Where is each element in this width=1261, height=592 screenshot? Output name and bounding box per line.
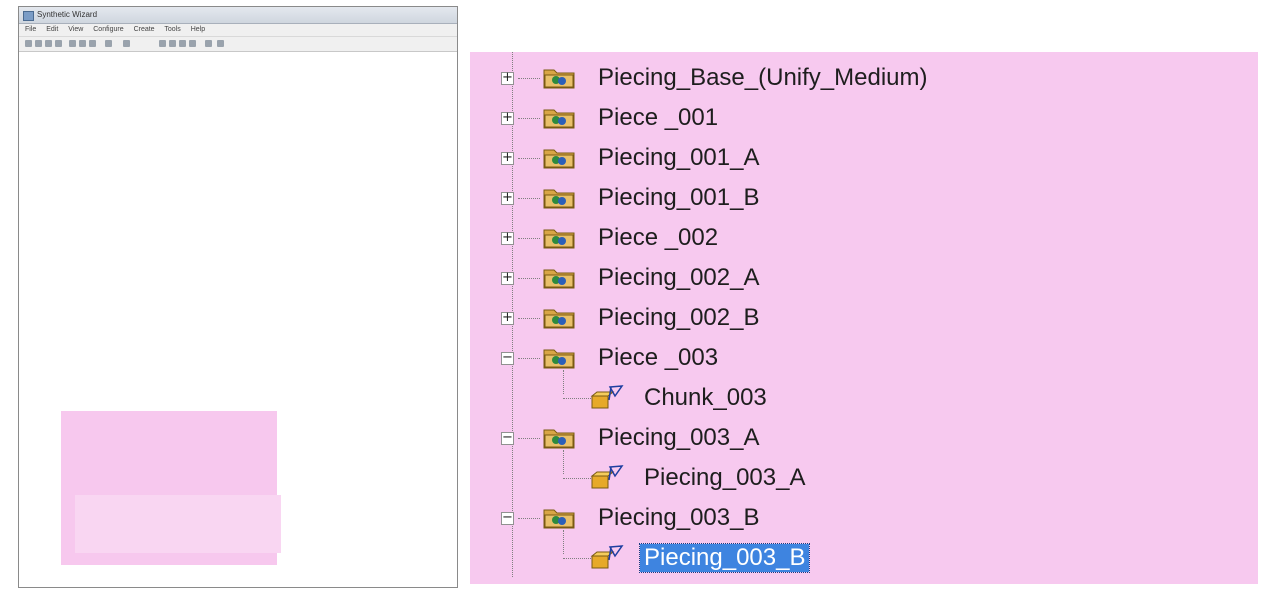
mini-tree (19, 55, 457, 587)
toolbar-button-icon[interactable] (189, 40, 196, 47)
explorer-window: Synthetic Wizard File Edit View Configur… (18, 6, 458, 588)
tree-item-label[interactable]: Piecing_002_A (594, 264, 763, 292)
toolbar-button-icon[interactable] (105, 40, 112, 47)
menu-file[interactable]: File (25, 26, 36, 33)
folder-icon (543, 149, 575, 169)
app-icon (23, 11, 34, 21)
toolbar-button-icon[interactable] (45, 40, 52, 47)
tree-connector (518, 318, 540, 319)
menu-view[interactable]: View (68, 26, 83, 33)
tree-connector (518, 198, 540, 199)
window-titlebar: Synthetic Wizard (19, 7, 457, 24)
toolbar-button-icon[interactable] (89, 40, 96, 47)
tree-item-label[interactable]: Piecing_003_A (640, 464, 809, 492)
menu-help[interactable]: Help (191, 26, 205, 33)
folder-icon (543, 69, 575, 89)
folder-icon (543, 429, 575, 449)
collapse-toggle[interactable]: − (501, 431, 514, 445)
expand-toggle[interactable]: + (501, 71, 514, 85)
chunk-icon (590, 465, 624, 489)
toolbar (19, 37, 457, 52)
tree-item-label-selected[interactable]: Piecing_003_B (638, 543, 811, 573)
tree-item-label[interactable]: Piecing_002_B (594, 304, 763, 332)
toolbar-button-icon[interactable] (169, 40, 176, 47)
tree-connector (518, 518, 540, 519)
highlight-region (75, 495, 281, 553)
chunk-icon (590, 545, 624, 569)
tree-item-label[interactable]: Piecing_003_A (594, 424, 763, 452)
folder-icon (543, 109, 575, 129)
collapse-toggle[interactable]: − (501, 351, 514, 365)
tree-connector (518, 438, 540, 439)
expand-toggle[interactable]: + (501, 271, 514, 285)
tree-connector (563, 370, 564, 394)
expand-toggle[interactable]: + (501, 231, 514, 245)
tree-item-label[interactable]: Piece _001 (594, 104, 722, 132)
window-title: Synthetic Wizard (37, 10, 98, 19)
tree-connector (518, 278, 540, 279)
chunk-icon (590, 385, 624, 409)
toolbar-button-icon[interactable] (217, 40, 224, 47)
toolbar-button-icon[interactable] (123, 40, 130, 47)
toolbar-button-icon[interactable] (69, 40, 76, 47)
toolbar-button-icon[interactable] (205, 40, 212, 47)
tree-item-label[interactable]: Piecing_001_A (594, 144, 763, 172)
zoomed-tree-view: + Piecing_Base_(Unify_Medium) + Piece _0… (470, 52, 1258, 584)
tree-item-label[interactable]: Piecing_003_B (594, 504, 763, 532)
folder-icon (543, 269, 575, 289)
tree-item-label[interactable]: Chunk_003 (640, 384, 771, 412)
toolbar-button-icon[interactable] (159, 40, 166, 47)
tree-connector (563, 450, 564, 474)
collapse-toggle[interactable]: − (501, 511, 514, 525)
tree-connector (518, 158, 540, 159)
folder-icon (543, 189, 575, 209)
folder-icon (543, 309, 575, 329)
menu-configure[interactable]: Configure (93, 26, 123, 33)
toolbar-button-icon[interactable] (79, 40, 86, 47)
toolbar-button-icon[interactable] (25, 40, 32, 47)
tree-item-label[interactable]: Piecing_001_B (594, 184, 763, 212)
tree-connector (563, 478, 591, 479)
expand-toggle[interactable]: + (501, 111, 514, 125)
expand-toggle[interactable]: + (501, 311, 514, 325)
tree-connector (518, 78, 540, 79)
tree-connector (563, 530, 564, 554)
tree-connector (518, 118, 540, 119)
folder-icon (543, 509, 575, 529)
tree-item-label[interactable]: Piece _002 (594, 224, 722, 252)
menu-create[interactable]: Create (134, 26, 155, 33)
expand-toggle[interactable]: + (501, 151, 514, 165)
menu-bar: File Edit View Configure Create Tools He… (19, 24, 457, 37)
toolbar-button-icon[interactable] (55, 40, 62, 47)
menu-edit[interactable]: Edit (46, 26, 58, 33)
tree-connector (563, 558, 591, 559)
expand-toggle[interactable]: + (501, 191, 514, 205)
toolbar-button-icon[interactable] (179, 40, 186, 47)
folder-icon (543, 229, 575, 249)
tree-connector (563, 398, 591, 399)
toolbar-button-icon[interactable] (35, 40, 42, 47)
menu-tools[interactable]: Tools (164, 26, 180, 33)
tree-item-label[interactable]: Piece _003 (594, 344, 722, 372)
tree-connector (518, 238, 540, 239)
tree-connector (518, 358, 540, 359)
folder-icon (543, 349, 575, 369)
tree-item-label[interactable]: Piecing_Base_(Unify_Medium) (594, 64, 931, 92)
